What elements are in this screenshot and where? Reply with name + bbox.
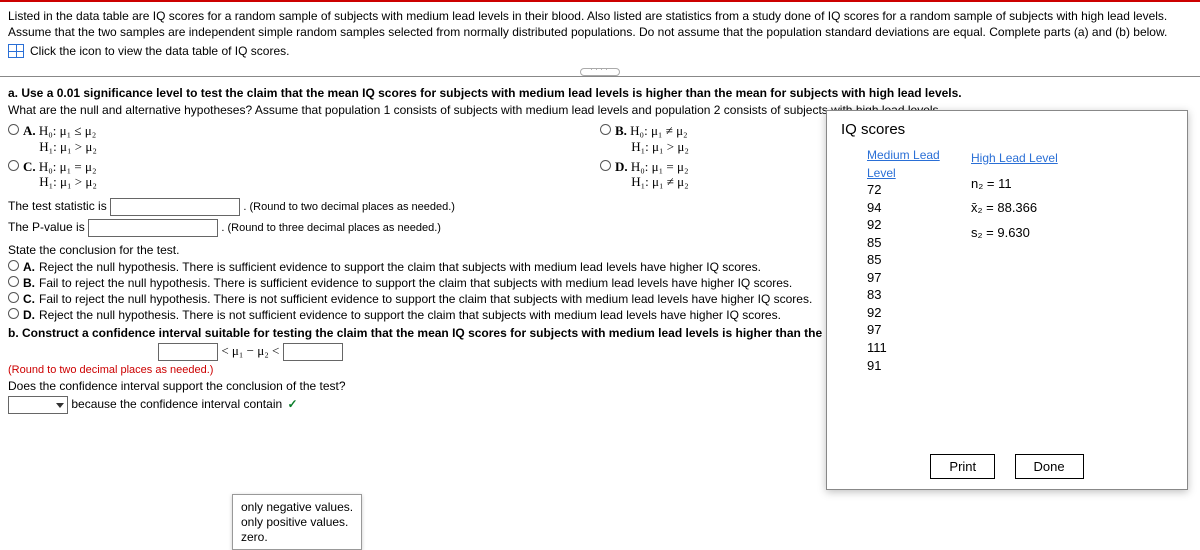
pvalue-hint: . (Round to three decimal places as need… <box>221 222 441 234</box>
ci-reason-text: because the confidence interval contain <box>71 397 282 411</box>
ci-lower-input[interactable] <box>158 343 218 361</box>
medium-value-0: 72 <box>867 181 971 199</box>
dropdown-options-popup: only negative values. only positive valu… <box>232 494 362 550</box>
stat-s2: s₂ = 9.630 <box>971 221 1131 246</box>
conclusion-a-label: A. <box>23 260 39 274</box>
option-a-h1: H₁: μ₁ > μ₂ <box>39 139 97 154</box>
option-b-h0: H₀: μ₁ ≠ μ₂ <box>630 123 687 138</box>
medium-value-7: 92 <box>867 304 971 322</box>
medium-value-10: 91 <box>867 357 971 375</box>
icon-row-text: Click the icon to view the data table of… <box>30 44 289 58</box>
conclusion-c-radio[interactable] <box>8 292 19 303</box>
high-lead-header[interactable]: High Lead Level <box>971 147 1058 170</box>
option-a-radio[interactable] <box>8 124 19 135</box>
test-stat-hint: . (Round to two decimal places as needed… <box>243 201 455 213</box>
medium-value-3: 85 <box>867 234 971 252</box>
panel-title: IQ scores <box>827 111 1187 142</box>
option-d-h1: H₁: μ₁ ≠ μ₂ <box>631 174 688 189</box>
conclusion-d-label: D. <box>23 308 39 322</box>
option-d-h0: H₀: μ₁ = μ₂ <box>631 159 689 174</box>
medium-value-9: 111 <box>867 339 971 357</box>
medium-value-4: 85 <box>867 251 971 269</box>
popup-option-2[interactable]: only positive values. <box>241 515 353 529</box>
stat-xbar2: x̄₂ = 88.366 <box>971 196 1131 221</box>
option-d-radio[interactable] <box>600 160 611 171</box>
iq-scores-panel: IQ scores Medium Lead Level 72 94 92 85 … <box>826 110 1188 490</box>
option-c-radio[interactable] <box>8 160 19 171</box>
option-b-label: B. <box>615 123 627 138</box>
print-button[interactable]: Print <box>930 454 995 479</box>
medium-value-6: 83 <box>867 286 971 304</box>
stat-n2: n₂ = 11 <box>971 172 1131 197</box>
pvalue-input[interactable] <box>88 219 218 237</box>
pvalue-label: The P-value is <box>8 220 85 234</box>
popup-option-1[interactable]: only negative values. <box>241 500 353 514</box>
conclusion-c-label: C. <box>23 292 39 306</box>
test-stat-label: The test statistic is <box>8 199 107 213</box>
conclusion-b-radio[interactable] <box>8 276 19 287</box>
option-c-label: C. <box>23 159 36 174</box>
done-button[interactable]: Done <box>1015 454 1084 479</box>
medium-lead-header[interactable]: Medium Lead Level <box>867 148 940 180</box>
medium-value-5: 97 <box>867 269 971 287</box>
popup-option-3[interactable]: zero. <box>241 530 353 544</box>
conclusion-b-label: B. <box>23 276 39 290</box>
ci-middle-text: < μ₁ − μ₂ < <box>221 343 279 358</box>
medium-value-2: 92 <box>867 216 971 234</box>
option-d-label: D. <box>615 159 628 174</box>
option-c-h0: H₀: μ₁ = μ₂ <box>39 159 97 174</box>
part-a-prompt: a. Use a 0.01 significance level to test… <box>8 86 1192 100</box>
test-statistic-input[interactable] <box>110 198 240 216</box>
option-b-h1: H₁: μ₁ > μ₂ <box>631 139 689 154</box>
conclusion-d-radio[interactable] <box>8 308 19 319</box>
drag-handle-icon[interactable] <box>580 68 620 76</box>
problem-intro: Listed in the data table are IQ scores f… <box>0 2 1200 42</box>
option-c-h1: H₁: μ₁ > μ₂ <box>39 174 97 189</box>
medium-value-1: 94 <box>867 199 971 217</box>
conclusion-d-text: Reject the null hypothesis. There is not… <box>39 308 781 322</box>
conclusion-b-text: Fail to reject the null hypothesis. Ther… <box>39 276 792 290</box>
checkmark-icon: ✓ <box>288 397 298 411</box>
conclusion-a-radio[interactable] <box>8 260 19 271</box>
option-b-radio[interactable] <box>600 124 611 135</box>
data-table-icon[interactable] <box>8 44 24 58</box>
option-a-h0: H₀: μ₁ ≤ μ₂ <box>39 123 96 138</box>
medium-value-8: 97 <box>867 321 971 339</box>
conclusion-c-text: Fail to reject the null hypothesis. Ther… <box>39 292 812 306</box>
ci-support-dropdown[interactable] <box>8 396 68 414</box>
ci-upper-input[interactable] <box>283 343 343 361</box>
option-a-label: A. <box>23 123 36 138</box>
conclusion-a-text: Reject the null hypothesis. There is suf… <box>39 260 761 274</box>
